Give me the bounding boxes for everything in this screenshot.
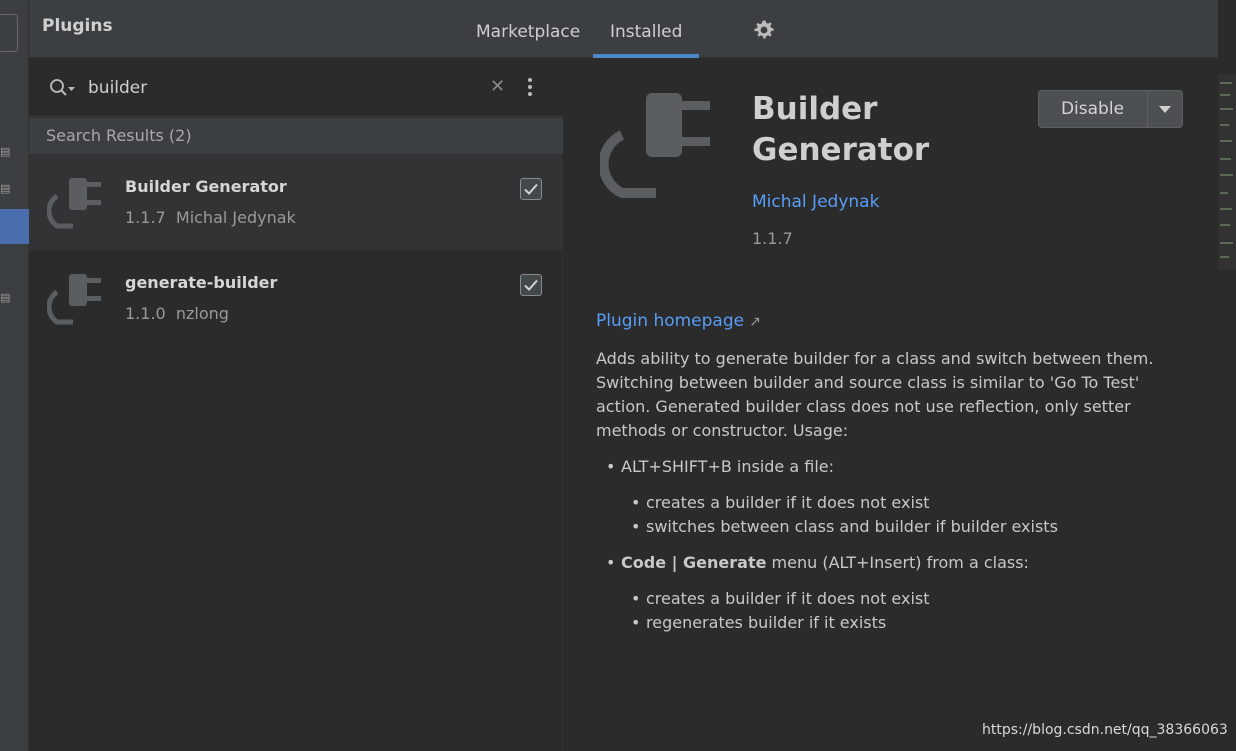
more-options-icon[interactable] (525, 76, 535, 100)
tab-marketplace[interactable]: Marketplace (476, 22, 580, 42)
usage-item: Code | Generate menu (ALT+Insert) from a… (596, 551, 1196, 575)
plugin-icon (47, 178, 101, 229)
disable-button[interactable]: Disable (1038, 90, 1183, 128)
editor-background (1218, 0, 1236, 751)
watermark-text: https://blog.csdn.net/qq_38366063 (982, 722, 1228, 738)
homepage-link-label[interactable]: Plugin homepage (596, 311, 744, 331)
file-icon[interactable]: ▤ (0, 292, 12, 304)
gear-icon[interactable] (752, 18, 776, 42)
plugin-list-item[interactable]: generate-builder 1.1.0 nzlong (29, 250, 563, 346)
check-icon (524, 279, 538, 291)
search-input[interactable] (88, 75, 468, 101)
plugin-name: Builder Generator (125, 177, 287, 196)
plugin-list-pane: ✕ Search Results (2) Builder Generator 1… (29, 59, 563, 751)
search-icon[interactable] (49, 78, 77, 98)
plugin-version-author: 1.1.0 nzlong (125, 304, 229, 323)
usage-subitem: regenerates builder if it exists (596, 611, 1196, 635)
clear-search-icon[interactable]: ✕ (490, 78, 506, 96)
search-bar: ✕ (29, 59, 563, 117)
ide-tool-button[interactable] (0, 14, 18, 52)
plugin-description: Adds ability to generate builder for a c… (596, 349, 1154, 440)
code-minimap (1218, 74, 1236, 270)
tab-installed[interactable]: Installed (610, 22, 682, 42)
dialog-title: Plugins (42, 16, 113, 36)
plugin-version: 1.1.7 (752, 229, 793, 248)
dialog-header: Plugins Marketplace Installed (29, 0, 1218, 58)
file-icon[interactable]: ▤ (0, 146, 12, 158)
usage-list: ALT+SHIFT+B inside a file: creates a bui… (596, 455, 1196, 635)
plugin-enabled-checkbox[interactable] (520, 178, 542, 200)
results-count-label: Search Results (2) (46, 126, 192, 145)
plugin-icon (47, 274, 101, 325)
plugin-homepage-link[interactable]: Plugin homepage ↗ (596, 311, 761, 331)
file-icon[interactable]: ▤ (0, 183, 12, 195)
check-icon (524, 183, 538, 195)
chevron-down-icon[interactable] (1148, 91, 1182, 127)
usage-subitem: switches between class and builder if bu… (596, 515, 1196, 539)
usage-subitem: creates a builder if it does not exist (596, 491, 1196, 515)
plugins-dialog: Plugins Marketplace Installed ✕ Search R… (29, 0, 1218, 751)
active-tab-indicator (593, 54, 699, 58)
plugin-version-author: 1.1.7 Michal Jedynak (125, 208, 296, 227)
results-section-header: Search Results (2) (29, 118, 563, 154)
plugin-detail-pane: Builder Generator Michal Jedynak 1.1.7 D… (564, 59, 1218, 751)
ide-tool-strip: ▤ ▤ ▤ (0, 0, 29, 751)
usage-item: ALT+SHIFT+B inside a file: (596, 455, 1196, 479)
plugin-author-link[interactable]: Michal Jedynak (752, 192, 879, 212)
plugin-name: generate-builder (125, 273, 278, 292)
usage-subitem: creates a builder if it does not exist (596, 587, 1196, 611)
selected-tool-item[interactable] (0, 209, 29, 244)
plugin-list-item[interactable]: Builder Generator 1.1.7 Michal Jedynak (29, 154, 563, 250)
plugin-title: Builder Generator (752, 91, 930, 168)
plugin-icon (600, 93, 710, 198)
external-link-icon: ↗ (749, 314, 761, 330)
plugin-enabled-checkbox[interactable] (520, 274, 542, 296)
disable-button-label[interactable]: Disable (1039, 91, 1146, 127)
